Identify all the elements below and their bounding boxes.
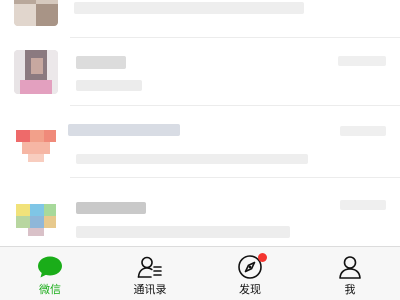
chat-name: [76, 56, 126, 69]
tab-contacts[interactable]: 通讯录: [100, 247, 200, 300]
tab-label: 我: [344, 283, 356, 296]
photo-avatar-icon: [14, 0, 58, 26]
tab-label: 发现: [239, 283, 261, 296]
group-avatar-icon: [14, 122, 58, 166]
notification-dot: [258, 253, 267, 262]
chat-list-item[interactable]: [0, 182, 400, 246]
chat-preview: [74, 2, 304, 14]
chat-name: [76, 202, 146, 214]
tab-me[interactable]: 我: [300, 247, 400, 300]
tab-chats[interactable]: 微信: [0, 247, 100, 300]
chat-preview: [76, 154, 308, 164]
chat-time: [338, 56, 386, 66]
chat-list-item[interactable]: [0, 110, 400, 178]
tab-label: 通讯录: [133, 283, 167, 296]
contacts-icon: [137, 256, 162, 278]
chat-time: [340, 200, 386, 210]
chat-preview: [76, 226, 290, 238]
chat-time: [340, 126, 386, 136]
chat-bubble-icon: [38, 256, 62, 278]
person-icon: [339, 256, 361, 279]
tab-label: 微信: [39, 283, 61, 296]
tab-discover[interactable]: 发现: [200, 247, 300, 300]
bottom-tab-bar: 微信 通讯录 发现 我: [0, 246, 400, 300]
chat-name: [68, 124, 180, 136]
chat-list[interactable]: [0, 0, 400, 246]
photo-avatar-icon: [14, 50, 58, 94]
divider: [70, 177, 400, 178]
chat-preview: [76, 80, 142, 91]
chat-list-item[interactable]: [0, 0, 400, 38]
group-avatar-icon: [14, 194, 58, 238]
chat-list-item[interactable]: [0, 38, 400, 106]
wechat-screen: 微信 通讯录 发现 我: [0, 0, 400, 300]
divider: [70, 105, 400, 106]
